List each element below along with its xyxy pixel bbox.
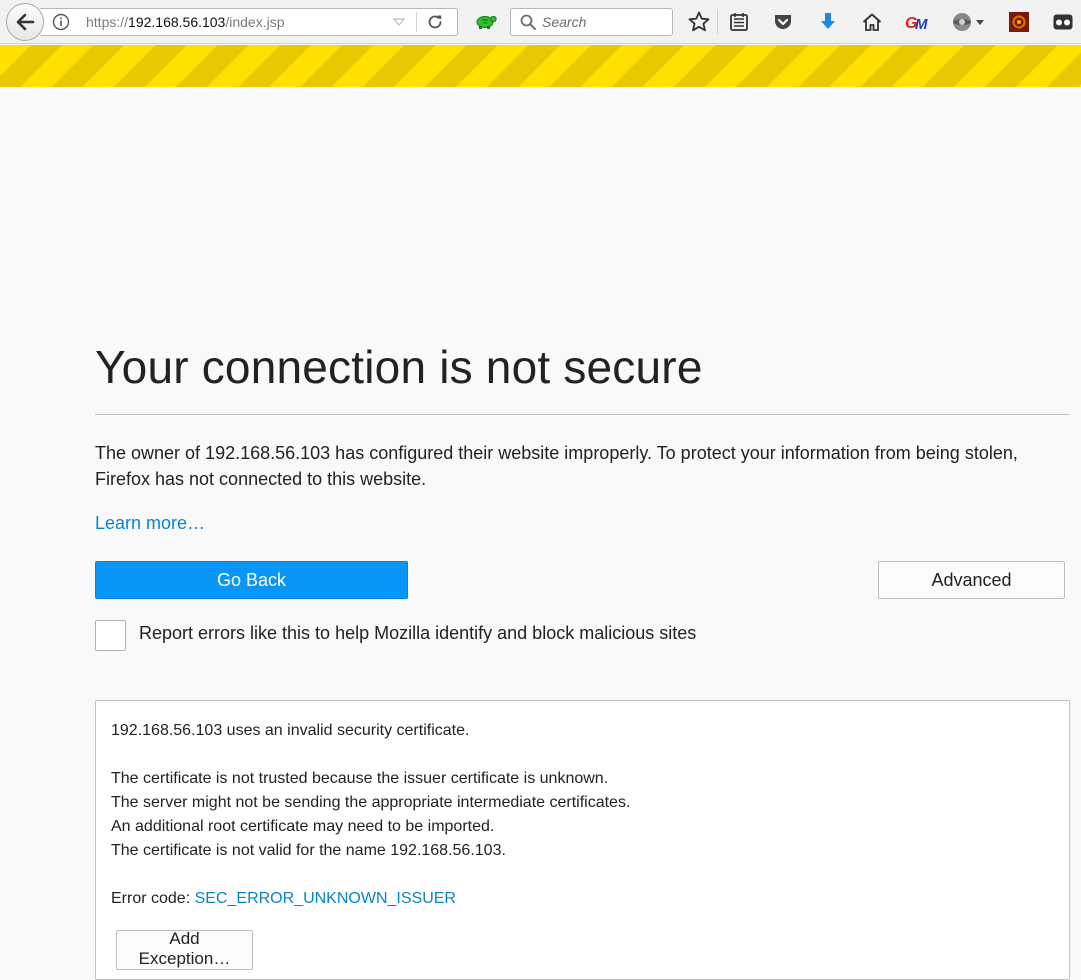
report-errors-label[interactable]: Report errors like this to help Mozilla … bbox=[139, 623, 696, 644]
addon-menu-icon bbox=[953, 13, 984, 31]
dark-addon-button[interactable] bbox=[1006, 9, 1032, 35]
addon-menu-button[interactable] bbox=[948, 9, 988, 35]
url-host: 192.168.56.103 bbox=[128, 14, 226, 30]
page-title: Your connection is not secure bbox=[95, 341, 703, 393]
svg-text:M: M bbox=[915, 16, 928, 33]
search-bar[interactable]: Search bbox=[510, 8, 673, 36]
cert-reason: The certificate is not trusted because t… bbox=[111, 770, 609, 787]
error-code-line: Error code: SEC_ERROR_UNKNOWN_ISSUER bbox=[111, 890, 456, 908]
url-path: /index.jsp bbox=[225, 14, 285, 30]
search-icon bbox=[520, 14, 536, 30]
reload-icon[interactable] bbox=[426, 13, 444, 31]
site-info-icon[interactable] bbox=[52, 13, 70, 31]
browser-toolbar: https://192.168.56.103/index.jsp Search bbox=[0, 0, 1081, 44]
url-scheme: https:// bbox=[86, 14, 129, 30]
dark-addon-icon bbox=[1009, 12, 1029, 32]
home-button[interactable] bbox=[859, 9, 885, 35]
warning-stripe bbox=[0, 45, 1081, 87]
cert-reason: The certificate is not valid for the nam… bbox=[111, 842, 506, 859]
bookmark-star-button[interactable] bbox=[686, 9, 712, 35]
pocket-icon bbox=[775, 15, 791, 29]
downloads-button[interactable] bbox=[815, 9, 841, 35]
gm-addon-button[interactable]: G M bbox=[904, 9, 930, 35]
home-icon bbox=[862, 13, 882, 31]
extension-button[interactable] bbox=[1050, 9, 1076, 35]
cert-intro: 192.168.56.103 uses an invalid security … bbox=[111, 722, 470, 739]
go-back-button[interactable]: Go Back bbox=[95, 561, 408, 599]
back-button[interactable] bbox=[6, 3, 44, 41]
extension-icon bbox=[1053, 14, 1073, 30]
search-placeholder: Search bbox=[542, 14, 587, 30]
title-divider bbox=[95, 414, 1070, 415]
url-bar[interactable]: https://192.168.56.103/index.jsp bbox=[40, 8, 458, 36]
url-dropdown-icon[interactable] bbox=[392, 15, 406, 29]
url-separator bbox=[416, 12, 417, 32]
toolbar-separator bbox=[717, 10, 718, 34]
gm-addon-icon: G M bbox=[905, 15, 928, 33]
download-arrow-icon bbox=[821, 13, 835, 29]
cert-reason: The server might not be sending the appr… bbox=[111, 794, 631, 811]
error-description: The owner of 192.168.56.103 has configur… bbox=[95, 443, 1018, 489]
advanced-panel: 192.168.56.103 uses an invalid security … bbox=[95, 700, 1070, 980]
reading-list-icon bbox=[730, 13, 748, 31]
error-code-link[interactable]: SEC_ERROR_UNKNOWN_ISSUER bbox=[195, 890, 456, 907]
turtle-addon-icon[interactable] bbox=[473, 11, 497, 31]
bookmark-star-icon bbox=[688, 11, 710, 32]
back-arrow-icon bbox=[16, 13, 35, 31]
cert-reason: An additional root certificate may need … bbox=[111, 818, 495, 835]
advanced-button[interactable]: Advanced bbox=[878, 561, 1065, 599]
learn-more-link[interactable]: Learn more… bbox=[95, 513, 205, 534]
pocket-button[interactable] bbox=[770, 9, 796, 35]
add-exception-button[interactable]: Add Exception… bbox=[116, 929, 253, 970]
reading-list-button[interactable] bbox=[726, 9, 752, 35]
report-errors-checkbox[interactable] bbox=[95, 620, 126, 651]
error-code-label: Error code: bbox=[111, 890, 195, 907]
url-text[interactable]: https://192.168.56.103/index.jsp bbox=[86, 14, 285, 30]
